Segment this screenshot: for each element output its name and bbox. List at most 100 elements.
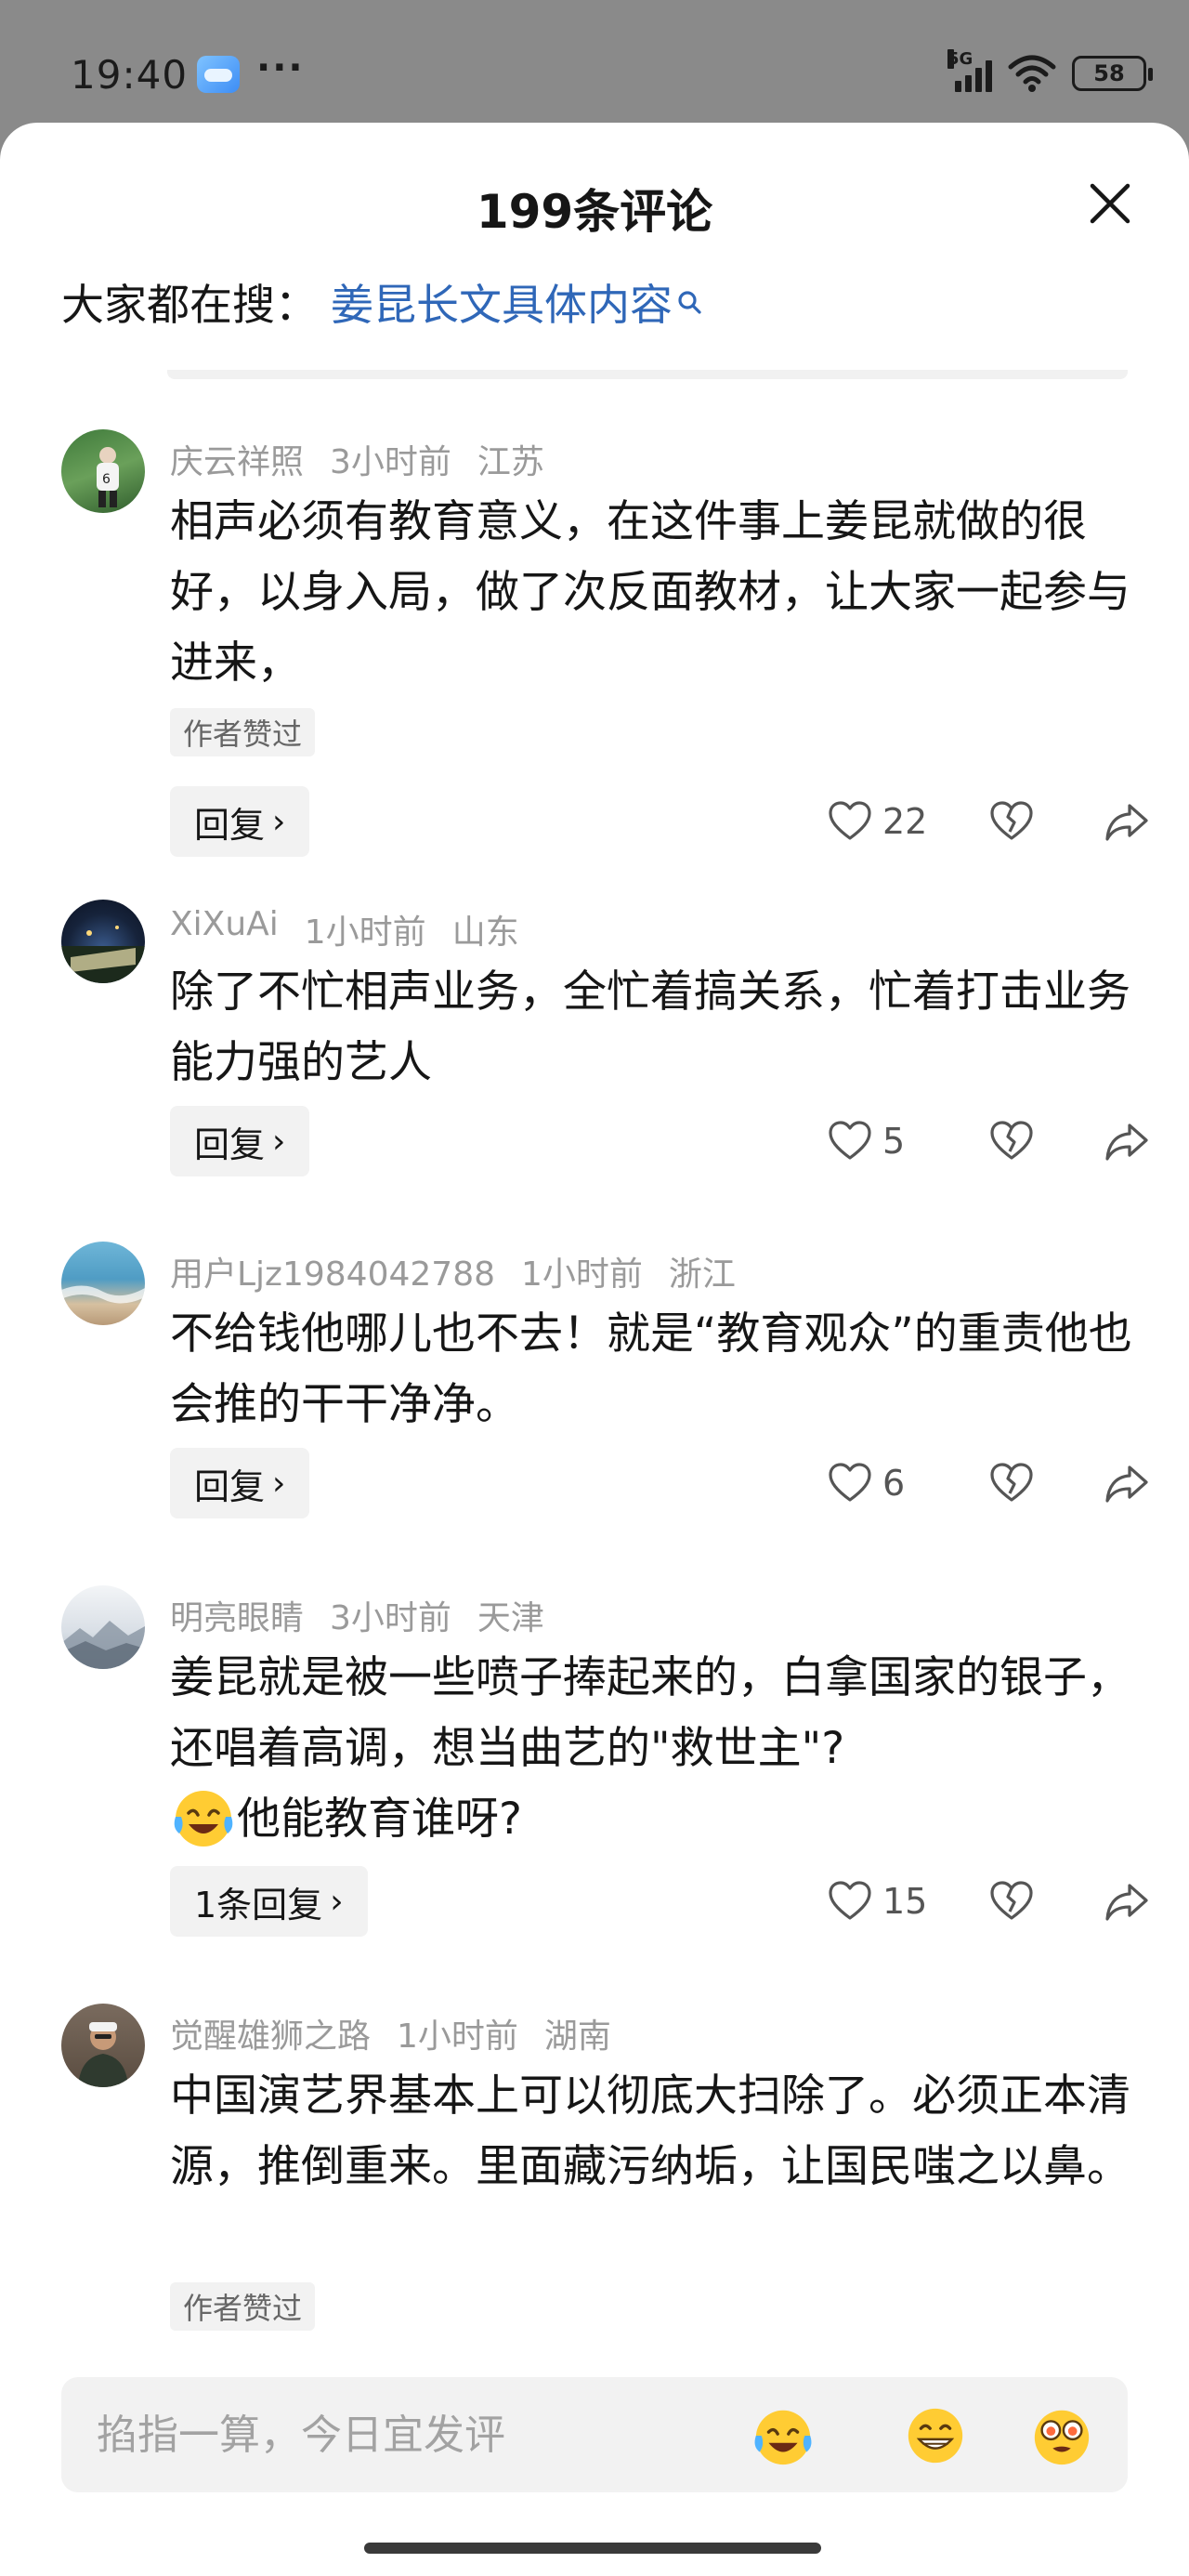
star-struck-emoji-icon[interactable] [1029,2403,1094,2468]
like-count: 6 [882,1463,906,1504]
comment-input-bar [61,2377,1128,2492]
comment-actions: 15 [827,1866,1150,1937]
status-time: 19:40 [71,52,189,98]
reply-button[interactable]: 1条回复 › [170,1866,368,1937]
share-icon[interactable] [1104,1878,1150,1925]
comment-time: 3小时前 [330,1599,451,1637]
grinning-emoji-icon[interactable] [903,2403,968,2468]
broken-heart-icon[interactable] [988,798,1035,845]
comment-username[interactable]: 明亮眼睛 [170,1591,304,1639]
chevron-right-icon: › [272,1464,286,1503]
comment-item: 明亮眼睛 3小时前 天津 姜昆就是被一些喷子捧起来的，白拿国家的银子，还唱着高调… [0,1585,1189,2004]
close-icon [1090,183,1130,224]
avatar[interactable] [61,2004,145,2087]
comment-time: 1小时前 [397,2017,518,2056]
comment-meta: 用户Ljz1984042788 1小时前 浙江 [170,1247,736,1295]
sheet-title: 199条评论 [476,185,713,239]
broken-heart-icon[interactable] [988,1460,1035,1506]
battery-level: 58 [1093,60,1125,86]
reply-label: 回复 [194,804,266,846]
comment-text[interactable]: 除了不忙相声业务，全忙着搞关系，忙着打击业务能力强的艺人 [170,957,1136,1098]
comment-item: XiXuAi 1小时前 山东 除了不忙相声业务，全忙着搞关系，忙着打击业务能力强… [0,900,1189,1242]
comment-meta: 庆云祥照 3小时前 江苏 [170,435,544,483]
comment-location: 天津 [477,1599,544,1637]
comment-location: 江苏 [477,443,544,481]
comment-text-tail: 他能教育谁呀? [237,1794,522,1845]
svg-text:6: 6 [102,472,111,487]
status-bar: 19:40 ··· 5G 58 [0,0,1189,125]
battery-icon: 58 [1072,56,1153,91]
like-button[interactable]: 5 [827,1118,947,1164]
comment-time: 1小时前 [304,913,426,952]
comment-text-main: 姜昆就是被一些喷子捧起来的，白拿国家的银子，还唱着高调，想当曲艺的"救世主"? [170,1652,1130,1774]
comment-meta: 明亮眼睛 3小时前 天津 [170,1591,544,1639]
avatar[interactable] [61,1242,145,1325]
comment-meta: XiXuAi 1小时前 山东 [170,905,519,953]
comment-username[interactable]: 觉醒雄狮之路 [170,2009,371,2057]
avatar[interactable]: 6 [61,429,145,513]
chevron-right-icon: › [272,802,286,841]
heart-icon [827,1118,873,1164]
reply-button[interactable]: 回复 › [170,1106,310,1176]
heart-icon [827,798,873,845]
comment-actions: 6 [827,1448,1150,1518]
close-button[interactable] [1087,180,1133,227]
like-button[interactable]: 15 [827,1878,947,1925]
share-icon[interactable] [1104,798,1150,845]
comment-location: 浙江 [668,1255,736,1294]
reply-button[interactable]: 回复 › [170,786,310,857]
reply-label: 回复 [194,1124,266,1165]
cloud-app-icon [197,56,240,93]
hot-search-link[interactable]: 姜昆长文具体内容 [331,271,673,333]
comment-text[interactable]: 不给钱他哪儿也不去！就是“教育观众”的重责他也会推的干干净净。 [170,1299,1136,1440]
avatar[interactable] [61,1585,145,1669]
comment-actions: 22 [827,786,1150,857]
heart-icon [827,1878,873,1925]
reply-label: 回复 [194,1465,266,1507]
comment-input[interactable] [97,2377,747,2492]
author-liked-badge: 作者赞过 [170,708,316,756]
broken-heart-icon[interactable] [988,1878,1035,1925]
avatar[interactable] [61,900,145,983]
comment-text[interactable]: 姜昆就是被一些喷子捧起来的，白拿国家的银子，还唱着高调，想当曲艺的"救世主"? … [170,1643,1136,1856]
cellular-signal-icon: 5G [947,49,992,92]
comment-username[interactable]: 庆云祥照 [170,435,304,483]
comment-username[interactable]: 用户Ljz1984042788 [170,1247,495,1295]
author-liked-badge: 作者赞过 [170,2282,316,2331]
comment-time: 1小时前 [521,1255,643,1294]
hot-search-label: 大家都在搜： [61,280,318,330]
status-indicators: 5G 58 [947,49,1153,97]
divider [167,370,1128,379]
comment-time: 3小时前 [330,443,451,481]
chevron-right-icon: › [272,1122,286,1161]
reply-button[interactable]: 回复 › [170,1448,310,1518]
chevron-right-icon: › [330,1882,344,1921]
share-icon[interactable] [1104,1118,1150,1164]
comments-sheet: 199条评论 大家都在搜： 姜昆长文具体内容 6 庆云祥照 3小时前 江苏 相声… [0,123,1189,2576]
like-count: 15 [882,1881,928,1922]
comment-username[interactable]: XiXuAi [170,905,279,953]
search-icon [676,276,702,314]
broken-heart-icon[interactable] [988,1118,1035,1164]
like-button[interactable]: 6 [827,1460,947,1506]
comment-list: 6 庆云祥照 3小时前 江苏 相声必须有教育意义，在这件事上姜昆就做的很好，以身… [0,429,1189,2474]
comment-location: 山东 [451,913,519,952]
comment-item: 用户Ljz1984042788 1小时前 浙江 不给钱他哪儿也不去！就是“教育观… [0,1242,1189,1585]
reply-label: 1条回复 [194,1884,323,1925]
more-notifications-icon: ··· [256,46,305,89]
heart-icon [827,1460,873,1506]
comment-location: 湖南 [543,2017,611,2056]
like-button[interactable]: 22 [827,798,947,845]
comment-item: 6 庆云祥照 3小时前 江苏 相声必须有教育意义，在这件事上姜昆就做的很好，以身… [0,429,1189,900]
share-icon[interactable] [1104,1460,1150,1506]
comment-item: 觉醒雄狮之路 1小时前 湖南 中国演艺界基本上可以彻底大扫除了。必须正本清源，推… [0,2004,1189,2357]
like-count: 22 [882,801,928,842]
comment-text[interactable]: 中国演艺界基本上可以彻底大扫除了。必须正本清源，推倒重来。里面藏污纳垢，让国民嗤… [170,2061,1136,2202]
comment-text[interactable]: 相声必须有教育意义，在这件事上姜昆就做的很好，以身入局，做了次反面教材，让大家一… [170,487,1136,699]
comment-meta: 觉醒雄狮之路 1小时前 湖南 [170,2009,611,2057]
network-type: 5G [947,49,973,69]
laughing-crying-emoji-icon[interactable] [751,2403,816,2468]
laughing-crying-emoji-icon [170,1783,237,1850]
hot-search: 大家都在搜： 姜昆长文具体内容 [61,269,702,335]
home-indicator[interactable] [364,2543,821,2554]
